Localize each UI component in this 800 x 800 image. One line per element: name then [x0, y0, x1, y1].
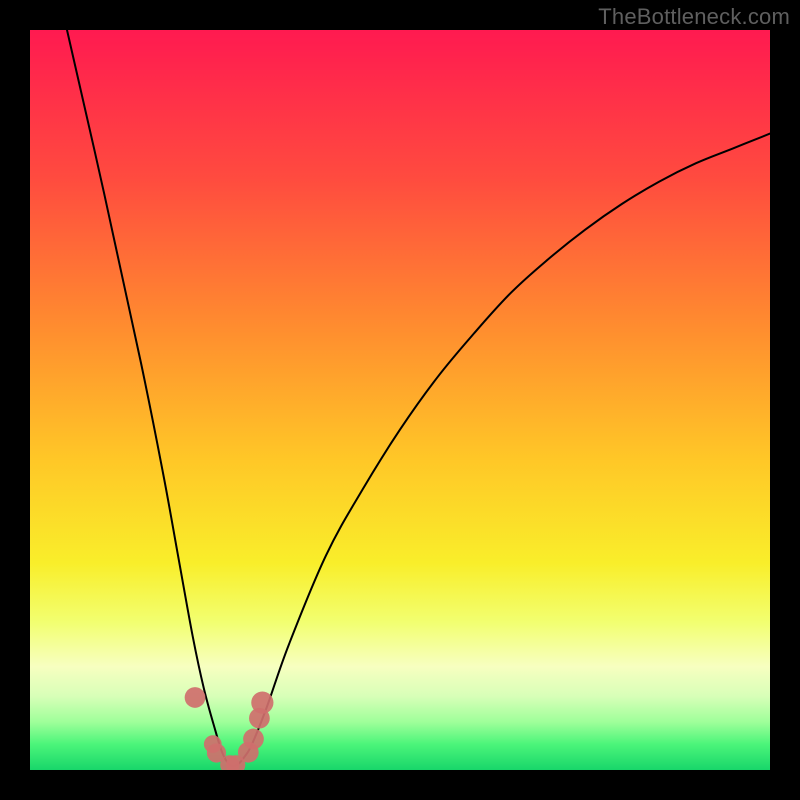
chart-container: TheBottleneck.com	[0, 0, 800, 800]
watermark-text: TheBottleneck.com	[598, 4, 790, 30]
data-markers	[30, 30, 770, 770]
plot-area	[30, 30, 770, 770]
